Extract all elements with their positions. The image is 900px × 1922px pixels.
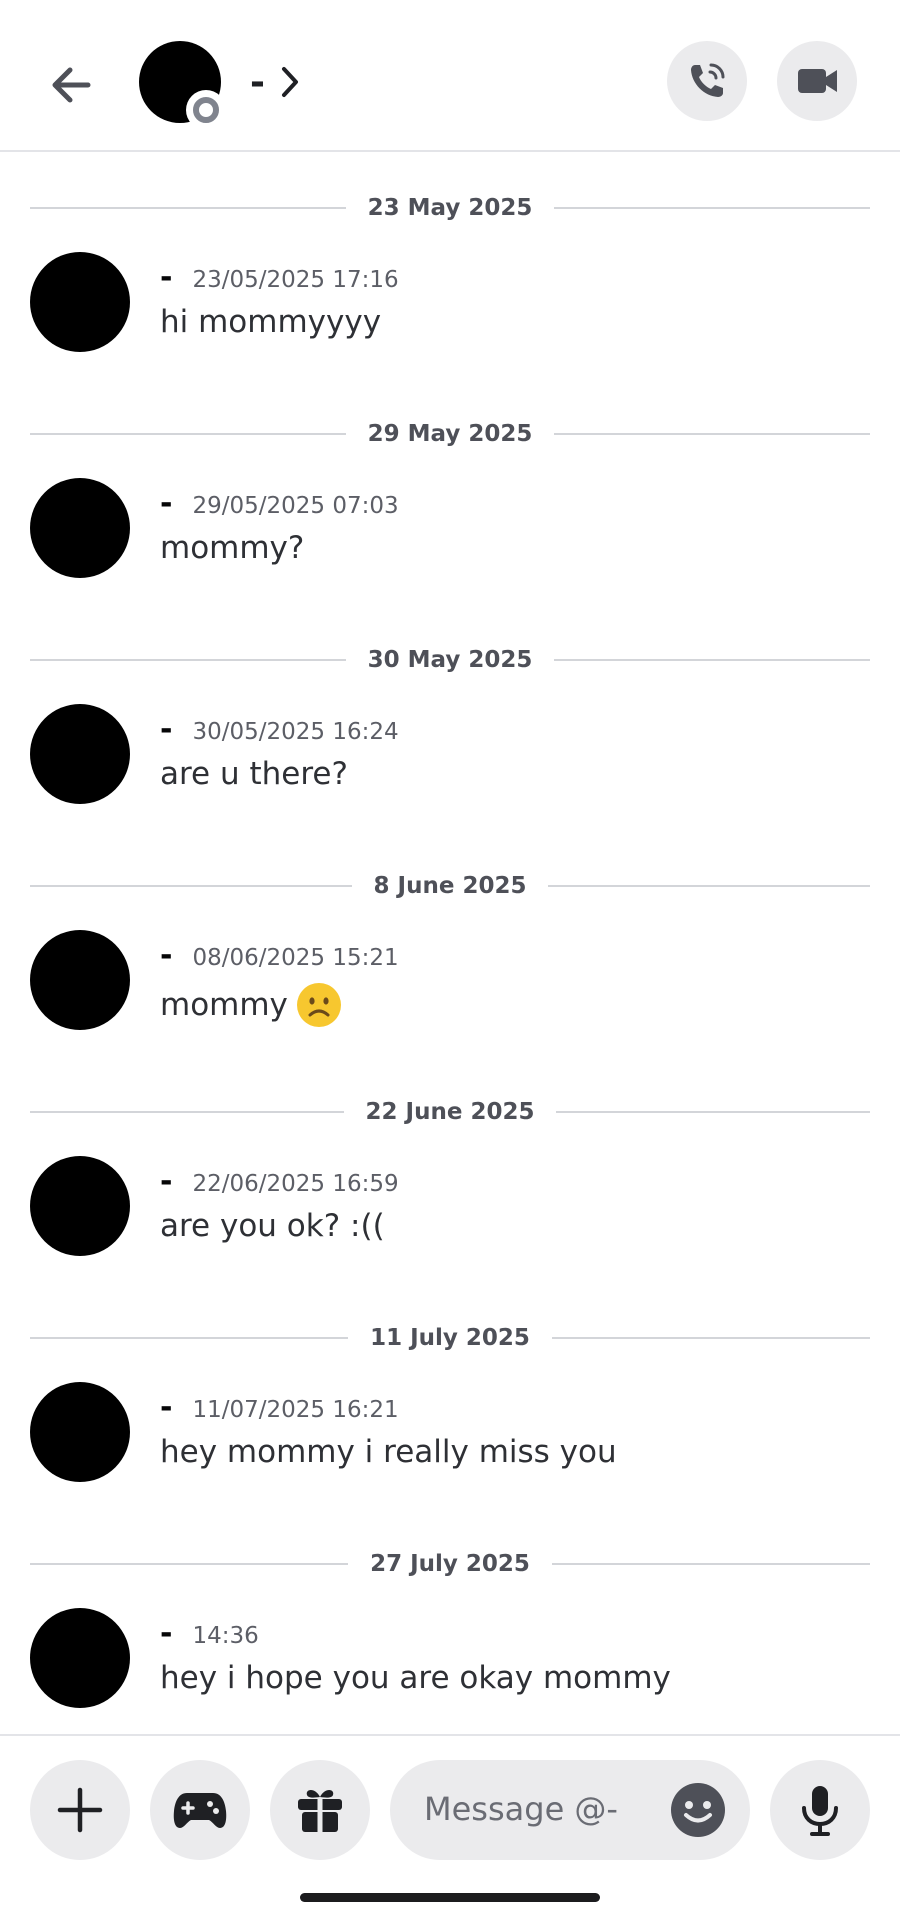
arrow-left-icon [52,67,91,103]
date-divider: 30 May 2025 [30,640,871,680]
microphone-icon [802,1786,838,1836]
gift-icon [298,1790,342,1832]
message-timestamp: 30/05/2025 16:24 [192,719,399,745]
message-list[interactable]: 23 May 2025 - 23/05/2025 17:16 hi mommyy… [0,152,900,1732]
offline-status-icon [186,90,226,130]
message-text: hi mommyyyy [160,304,382,340]
message-author[interactable]: - [160,486,172,521]
message-text: mommy [160,987,288,1023]
video-call-button[interactable] [777,41,857,121]
message-text: hey i hope you are okay mommy [160,1660,671,1696]
date-divider: 23 May 2025 [30,188,871,228]
activities-button[interactable] [150,1760,250,1860]
message-text: mommy? [160,530,305,566]
message-item[interactable]: - 22/06/2025 16:59 are you ok? :(( [30,1156,870,1258]
voice-message-button[interactable] [770,1760,870,1860]
message-author[interactable]: - [160,260,172,295]
avatar[interactable] [30,704,130,804]
date-divider: 11 July 2025 [30,1318,870,1358]
message-timestamp: 22/06/2025 16:59 [192,1171,399,1197]
message-timestamp: 23/05/2025 17:16 [192,267,399,293]
message-timestamp: 14:36 [192,1623,259,1649]
chevron-right-icon [281,67,298,97]
message-item[interactable]: - 23/05/2025 17:16 hi mommyyyy [30,252,870,354]
avatar[interactable] [30,930,130,1030]
message-author[interactable]: - [160,1164,172,1199]
contact-name-button[interactable]: - [250,52,301,112]
avatar[interactable] [30,1156,130,1256]
back-button[interactable] [38,52,104,118]
avatar[interactable] [30,1382,130,1482]
message-text: are you ok? :(( [160,1208,385,1244]
message-item[interactable]: - 30/05/2025 16:24 are u there? [30,704,870,806]
date-divider: 22 June 2025 [30,1092,871,1132]
date-divider: 29 May 2025 [30,414,871,454]
message-timestamp: 11/07/2025 16:21 [192,1397,399,1423]
frowning-face-emoji-icon [296,983,341,1027]
avatar[interactable] [30,478,130,578]
message-item[interactable]: - 08/06/2025 15:21 mommy [30,930,870,1032]
contact-name: - [250,61,265,103]
message-author[interactable]: - [160,938,172,973]
avatar[interactable] [30,1608,130,1708]
message-author[interactable]: - [160,1616,172,1651]
date-divider: 27 July 2025 [30,1544,870,1584]
message-text: hey mommy i really miss you [160,1434,617,1470]
phone-icon [691,63,725,97]
message-author[interactable]: - [160,712,172,747]
attach-button[interactable] [30,1760,130,1860]
plus-icon [57,1787,103,1833]
voice-call-button[interactable] [667,41,747,121]
message-author[interactable]: - [160,1390,172,1425]
message-timestamp: 08/06/2025 15:21 [192,945,399,971]
message-item[interactable]: - 11/07/2025 16:21 hey mommy i really mi… [30,1382,870,1484]
gamepad-icon [173,1793,227,1828]
message-input-placeholder: Message @- [424,1790,618,1828]
message-item[interactable]: - 14:36 hey i hope you are okay mommy [30,1608,870,1710]
gift-button[interactable] [270,1760,370,1860]
home-indicator[interactable] [300,1893,600,1902]
video-camera-icon [798,69,837,93]
avatar[interactable] [30,252,130,352]
message-text: are u there? [160,756,348,792]
emoji-smile-icon[interactable] [670,1782,726,1838]
conversation-header: - [0,0,900,152]
message-timestamp: 29/05/2025 07:03 [192,493,399,519]
message-item[interactable]: - 29/05/2025 07:03 mommy? [30,478,870,580]
message-input[interactable]: Message @- [390,1760,750,1860]
date-divider: 8 June 2025 [30,866,870,906]
